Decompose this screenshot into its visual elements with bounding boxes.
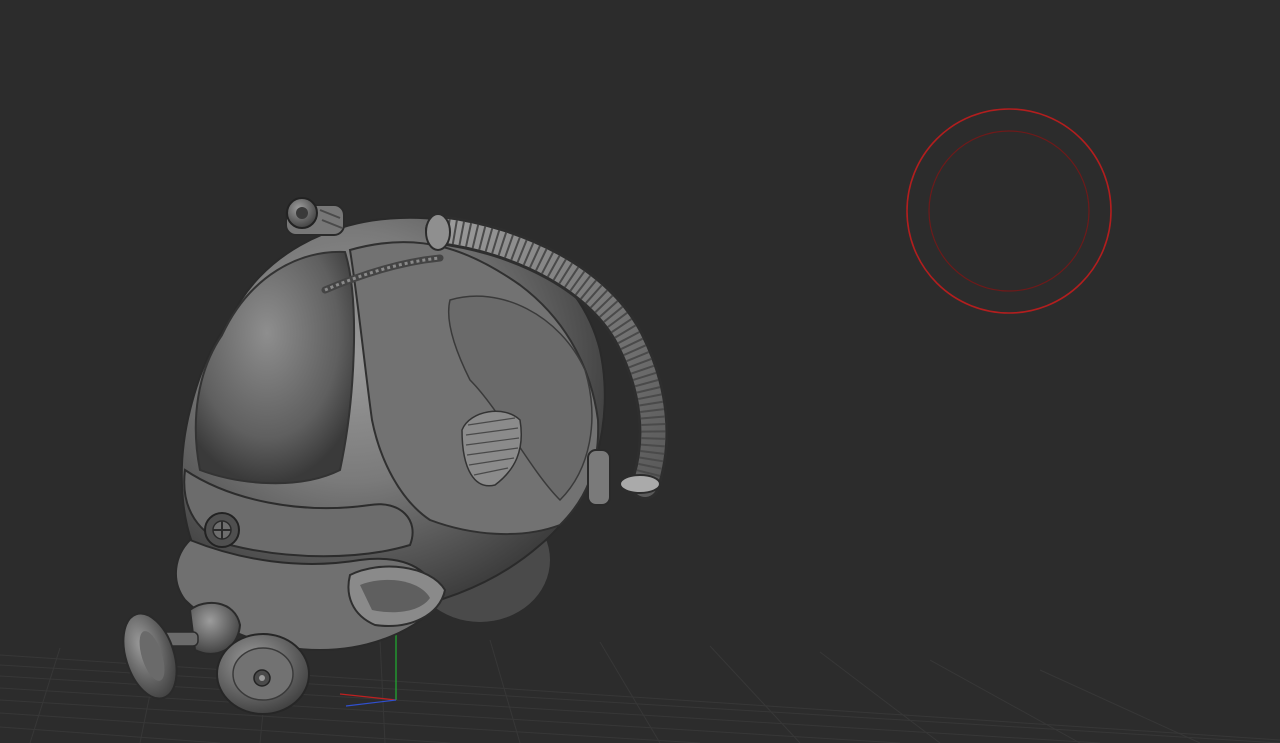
helmet-model[interactable] [114,197,669,715]
3d-viewport[interactable] [0,0,1280,743]
floor-grid [0,639,1280,743]
brush-cursor [906,108,1112,314]
breather-canister [216,633,310,715]
top-fitting [285,197,345,236]
viewport-canvas [0,108,1280,743]
emblem-icon [204,512,240,548]
